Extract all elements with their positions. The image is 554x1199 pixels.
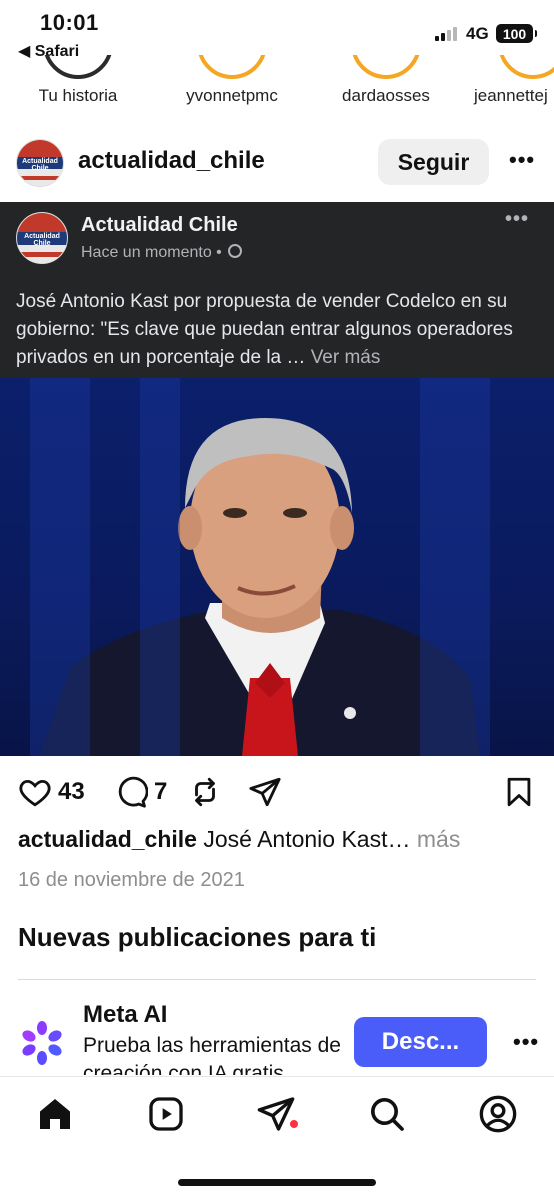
notification-dot: [290, 1120, 298, 1128]
stories-tray[interactable]: Tu historia yvonnetpmc dardaosses jeanne…: [0, 55, 554, 115]
meta-ai-suggestion[interactable]: Meta AI Prueba las herramientas de creac…: [0, 995, 554, 1075]
search-icon: [371, 1098, 404, 1131]
avatar: Actualidad Chile: [16, 212, 68, 264]
avatar[interactable]: Actualidad Chile: [16, 139, 64, 187]
story-avatar: [498, 55, 554, 79]
battery-level: 100: [502, 25, 527, 42]
comment-button[interactable]: 7: [114, 774, 167, 810]
nav-profile[interactable]: [478, 1094, 518, 1134]
share-button[interactable]: [248, 774, 282, 810]
story-item[interactable]: yvonnetpmc: [162, 55, 302, 115]
direct-icon: [257, 1097, 295, 1131]
nav-home[interactable]: [35, 1094, 75, 1134]
nav-search[interactable]: [367, 1094, 407, 1134]
like-button[interactable]: 43: [18, 774, 85, 810]
story-avatar: [43, 55, 113, 79]
like-count: 43: [58, 778, 85, 805]
suggestion-more-icon[interactable]: •••: [513, 1029, 539, 1055]
post-header: Actualidad Chile actualidad_chile Seguir…: [0, 130, 554, 194]
embedded-see-more: Ver más: [310, 347, 381, 368]
reels-icon: [149, 1097, 183, 1131]
comment-count: 7: [154, 778, 168, 805]
nav-direct[interactable]: [256, 1094, 296, 1134]
meta-ai-description: Prueba las herramientas de creación con …: [83, 1034, 341, 1075]
embedded-post-text: José Antonio Kast por propuesta de vende…: [16, 288, 542, 372]
story-item[interactable]: Tu historia: [8, 55, 148, 115]
story-name: Tu historia: [38, 86, 118, 105]
story-name: jeannettej: [474, 86, 548, 105]
post-caption[interactable]: actualidad_chile José Antonio Kast… más: [18, 826, 460, 853]
embedded-page-name: Actualidad Chile: [81, 214, 238, 236]
globe-icon: [228, 244, 243, 258]
avatar-label: Actualidad Chile: [24, 233, 60, 247]
section-title: Nuevas publicaciones para ti: [18, 922, 377, 952]
embedded-time-text: Hace un momento •: [81, 244, 222, 261]
caption-username[interactable]: actualidad_chile: [18, 826, 197, 852]
home-indicator: [178, 1179, 376, 1186]
embedded-post-card: Actualidad Chile Actualidad Chile Hace u…: [0, 202, 554, 378]
meta-ai-name: Meta AI: [83, 1001, 168, 1028]
story-avatar: [197, 55, 267, 79]
caption-more[interactable]: más: [417, 826, 460, 852]
post-date: 16 de noviembre de 2021: [18, 869, 245, 891]
caption-text: José Antonio Kast…: [203, 826, 411, 852]
download-button[interactable]: Desc...: [354, 1017, 487, 1067]
story-item[interactable]: jeannettej: [470, 55, 554, 115]
repost-icon: [195, 777, 215, 807]
heart-icon: [19, 779, 51, 807]
more-options-icon[interactable]: •••: [509, 147, 535, 173]
status-time: 10:01: [40, 10, 99, 35]
signal-icon: [435, 27, 459, 41]
repost-button[interactable]: [188, 774, 222, 810]
comment-icon: [118, 776, 148, 808]
story-avatar: [351, 55, 421, 79]
battery-icon: 100: [496, 24, 537, 43]
story-name: dardaosses: [342, 86, 430, 105]
embedded-timestamp: Hace un momento •: [81, 244, 243, 262]
profile-icon: [479, 1095, 517, 1133]
network-type: 4G: [466, 24, 489, 43]
post-photo[interactable]: [0, 378, 554, 756]
send-icon: [249, 777, 281, 807]
bookmark-icon: [507, 777, 531, 807]
meta-ai-logo-icon: [22, 1021, 62, 1065]
nav-reels[interactable]: [146, 1094, 186, 1134]
embedded-text-body: José Antonio Kast por propuesta de vende…: [16, 291, 513, 368]
post-actions: 43 7: [0, 768, 554, 816]
embedded-more-icon: •••: [505, 208, 530, 230]
avatar-label: Actualidad Chile: [22, 158, 58, 173]
save-button[interactable]: [502, 774, 536, 810]
post-username[interactable]: actualidad_chile: [78, 147, 265, 175]
story-item[interactable]: dardaosses: [316, 55, 456, 115]
follow-button[interactable]: Seguir: [378, 139, 489, 185]
story-name: yvonnetpmc: [186, 86, 278, 105]
home-icon: [40, 1099, 70, 1129]
divider: [18, 979, 536, 980]
